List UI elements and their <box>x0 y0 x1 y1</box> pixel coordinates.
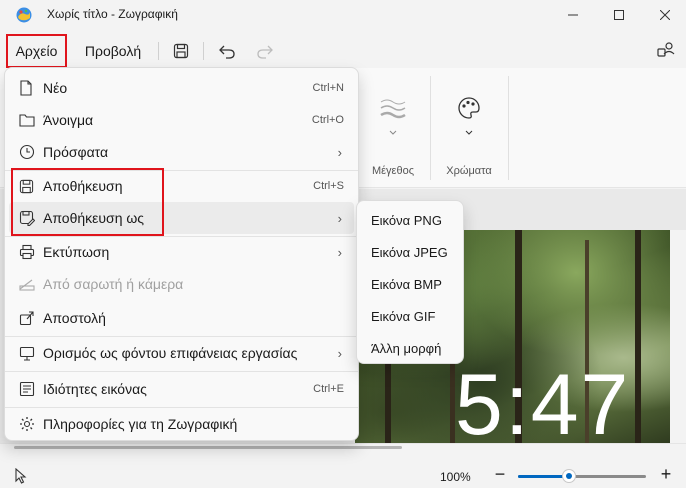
ribbon-divider <box>508 76 509 180</box>
menu-item-label: Πρόσφατα <box>43 144 109 160</box>
size-label: Μέγεθος <box>371 165 414 177</box>
submenu-item-bmp[interactable]: Εικόνα BMP <box>361 269 459 299</box>
zoom-in-button[interactable]: + <box>656 462 676 486</box>
minimize-icon <box>568 14 578 16</box>
zoom-out-button[interactable]: − <box>490 462 510 486</box>
submenu-item-png[interactable]: Εικόνα PNG <box>361 205 459 235</box>
undo-button[interactable] <box>214 38 240 64</box>
maximize-icon <box>614 10 624 20</box>
chevron-right-icon: › <box>337 210 342 226</box>
menu-item-open[interactable]: Άνοιγμα Ctrl+O <box>9 104 354 136</box>
shortcut-text: Ctrl+O <box>311 114 344 126</box>
new-document-icon <box>20 80 32 96</box>
maximize-button[interactable] <box>596 0 642 30</box>
menu-item-label: Νέο <box>43 80 68 96</box>
menu-item-label: Άνοιγμα <box>43 112 94 128</box>
brush-size-icon <box>380 99 406 119</box>
clock-icon <box>19 144 35 160</box>
folder-icon <box>19 114 35 127</box>
menu-item-scanner: Από σαρωτή ή κάμερα <box>9 268 354 300</box>
scanner-icon <box>19 279 35 291</box>
clock-overlay-text: 5:47 <box>455 357 631 453</box>
palette-icon <box>458 97 480 119</box>
close-button[interactable] <box>642 0 686 30</box>
redo-icon <box>257 45 273 59</box>
cursor-position-icon <box>15 468 27 484</box>
submenu-item-gif[interactable]: Εικόνα GIF <box>361 301 459 331</box>
menu-item-about[interactable]: Πληροφορίες για τη Ζωγραφική <box>9 408 354 440</box>
paint-app-icon <box>16 7 32 23</box>
toolbar-divider <box>203 42 204 60</box>
undo-icon <box>219 45 235 59</box>
menu-bar: Αρχείο Προβολή <box>0 32 686 68</box>
menu-item-label: Αποθήκευση ως <box>43 210 145 226</box>
shortcut-text: Ctrl+E <box>313 383 344 395</box>
save-toolbar-button[interactable] <box>168 38 194 64</box>
file-menu-button[interactable]: Αρχείο <box>6 34 67 68</box>
save-as-submenu: Εικόνα PNG Εικόνα JPEG Εικόνα BMP Εικόνα… <box>356 200 464 364</box>
accounts-icon[interactable] <box>656 40 676 60</box>
menu-item-label: Αποστολή <box>43 310 106 326</box>
save-icon <box>19 179 34 193</box>
menu-item-label: Ορισμός ως φόντου επιφάνειας εργασίας <box>43 345 298 361</box>
chevron-down-icon <box>389 130 397 135</box>
save-icon <box>173 43 189 59</box>
redo-button[interactable] <box>252 38 278 64</box>
save-as-icon <box>19 210 35 226</box>
image-properties-icon <box>19 381 35 397</box>
menu-item-label: Ιδιότητες εικόνας <box>43 381 147 397</box>
menu-item-print[interactable]: Εκτύπωση › <box>9 236 354 268</box>
menu-item-save-as[interactable]: Αποθήκευση ως › <box>9 202 354 234</box>
horizontal-scrollbar[interactable] <box>14 446 402 449</box>
menu-item-save[interactable]: Αποθήκευση Ctrl+S <box>9 170 354 202</box>
chevron-right-icon: › <box>337 345 342 361</box>
window-title: Χωρίς τίτλο - Ζωγραφική <box>47 7 178 21</box>
status-bar: 100% − + <box>0 443 686 488</box>
menu-item-label: Εκτύπωση <box>43 244 110 260</box>
submenu-item-jpeg[interactable]: Εικόνα JPEG <box>361 237 459 267</box>
menu-item-new[interactable]: Νέο Ctrl+N <box>9 72 354 104</box>
chevron-down-icon <box>465 130 473 135</box>
zoom-slider[interactable] <box>518 469 646 483</box>
chevron-right-icon: › <box>337 244 342 260</box>
view-menu-button[interactable]: Προβολή <box>76 34 150 68</box>
ribbon-divider <box>430 76 431 180</box>
file-menu: Νέο Ctrl+N Άνοιγμα Ctrl+O Πρόσφατα › Απο… <box>4 67 359 441</box>
submenu-item-other-format[interactable]: Άλλη μορφή <box>361 333 459 363</box>
colors-label: Χρώματα <box>446 165 492 177</box>
menu-item-recent[interactable]: Πρόσφατα › <box>9 136 354 168</box>
zoom-level[interactable]: 100% <box>440 470 471 484</box>
zoom-slider-thumb[interactable] <box>562 469 577 483</box>
toolbar-divider <box>158 42 159 60</box>
chevron-right-icon: › <box>337 144 342 160</box>
menu-item-label: Αποθήκευση <box>43 178 123 194</box>
menu-item-label: Πληροφορίες για τη Ζωγραφική <box>43 416 238 432</box>
close-icon <box>660 10 670 20</box>
gear-icon <box>20 417 34 431</box>
title-bar: Χωρίς τίτλο - Ζωγραφική <box>0 0 686 30</box>
menu-item-set-desktop-background[interactable]: Ορισμός ως φόντου επιφάνειας εργασίας › <box>9 337 354 369</box>
shortcut-text: Ctrl+N <box>312 82 344 94</box>
menu-divider <box>5 371 358 372</box>
vertical-scrollbar[interactable] <box>670 230 686 443</box>
menu-item-image-properties[interactable]: Ιδιότητες εικόνας Ctrl+E <box>9 373 354 405</box>
menu-item-label: Από σαρωτή ή κάμερα <box>43 276 184 292</box>
minimize-button[interactable] <box>550 0 596 30</box>
desktop-icon <box>19 346 35 361</box>
share-icon <box>19 311 34 326</box>
printer-icon <box>19 244 35 260</box>
shortcut-text: Ctrl+S <box>313 180 344 192</box>
menu-item-send[interactable]: Αποστολή <box>9 302 354 334</box>
